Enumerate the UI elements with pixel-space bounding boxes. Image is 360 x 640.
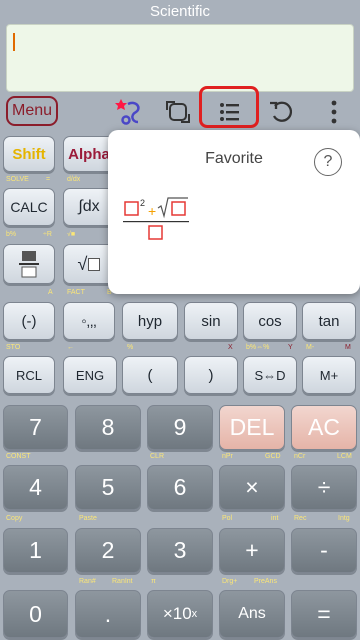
hyp-key[interactable]: hyp (122, 302, 178, 340)
mode-icon[interactable] (112, 96, 144, 128)
equals-label: = (46, 176, 51, 183)
key-9[interactable]: 9 (147, 405, 213, 450)
history-icon[interactable] (266, 96, 298, 128)
divide-key[interactable]: ÷ (291, 465, 357, 510)
preans-label: PreAns (254, 578, 277, 585)
arrow-label: ← (67, 344, 74, 351)
key-1[interactable]: 1 (3, 528, 68, 573)
npr-label: nPr (222, 453, 233, 460)
mminus-label: M- (306, 344, 315, 351)
close-paren-key[interactable]: ) (184, 356, 238, 394)
multiply-key[interactable]: × (219, 465, 285, 510)
key-0[interactable]: 0 (3, 590, 68, 638)
drg-label: Drg+ (222, 578, 238, 585)
key-7[interactable]: 7 (3, 405, 68, 450)
key-5[interactable]: 5 (75, 465, 141, 510)
negative-key[interactable]: (-) (3, 302, 55, 340)
fact-label: FACT (67, 289, 85, 296)
all-clear-key[interactable]: AC (291, 405, 357, 450)
sqrt-symbol: √ (77, 253, 88, 274)
gcd-label: GCD (265, 453, 281, 460)
bpct-label: b% (6, 231, 17, 238)
help-button[interactable]: ? (314, 148, 342, 176)
exp10-key[interactable]: ×10 x (147, 590, 213, 638)
percent-label: % (127, 344, 134, 351)
a-label: A (48, 289, 53, 296)
add-key[interactable]: + (219, 528, 285, 573)
const-label: CONST (6, 453, 31, 460)
lcm-label: LCM (337, 453, 352, 460)
calc-key[interactable]: CALC (3, 188, 55, 226)
exp10-superscript: x (191, 608, 198, 620)
xbox-label: √■ (67, 231, 76, 238)
key-6[interactable]: 6 (147, 465, 213, 510)
key-2[interactable]: 2 (75, 528, 141, 573)
bpct-convert-label: b%⇔% (246, 344, 270, 351)
ans-key[interactable]: Ans (219, 590, 285, 638)
int-label: int (271, 515, 279, 522)
favorite-formula-square-plus-sqrt[interactable]: 2 + (122, 196, 192, 242)
clr-label: CLR (150, 453, 165, 460)
delete-key[interactable]: DEL (219, 405, 285, 450)
shift-key[interactable]: Shift (3, 136, 55, 172)
key-3[interactable]: 3 (147, 528, 213, 573)
m-label: M (345, 344, 351, 351)
fraction-icon (19, 251, 39, 278)
svg-text:+: + (148, 203, 156, 219)
cos-key[interactable]: cos (243, 302, 297, 340)
toolbar: Menu (0, 92, 360, 132)
std-key[interactable]: S⇔D (243, 356, 297, 394)
ncr-label: nCr (294, 453, 306, 460)
divr-label: ÷R (43, 231, 52, 238)
open-paren-key[interactable]: ( (122, 356, 178, 394)
equals-key[interactable]: = (291, 590, 357, 638)
exp10-base: ×10 (162, 604, 192, 623)
m-plus-key[interactable]: M+ (302, 356, 356, 394)
text-cursor (13, 33, 15, 51)
key-8[interactable]: 8 (75, 405, 141, 450)
sto-label: STO (6, 344, 21, 351)
y-label: Y (288, 344, 293, 351)
ran-label: Ran# (79, 578, 96, 585)
svg-text:2: 2 (140, 198, 145, 208)
pol-label: Pol (222, 515, 233, 522)
key-4[interactable]: 4 (3, 465, 68, 510)
sqrt-box-icon (88, 257, 101, 271)
degree-key[interactable]: ◦‚‚‚ (63, 302, 115, 340)
favorite-popup: Favorite ? 2 + (108, 130, 360, 294)
eng-key[interactable]: ENG (63, 356, 117, 394)
expression-display[interactable] (6, 24, 354, 92)
tan-key[interactable]: tan (302, 302, 356, 340)
x-label: X (228, 344, 233, 351)
favorite-icon-highlight (199, 86, 259, 128)
rcl-key[interactable]: RCL (3, 356, 55, 394)
paste-label: Paste (79, 515, 97, 522)
ranint-label: RanInt (112, 578, 133, 585)
menu-button[interactable]: Menu (6, 96, 58, 126)
copy-label: Copy (6, 515, 23, 522)
convert-icon[interactable] (162, 96, 194, 128)
app-title: Scientific (149, 3, 211, 20)
intg-label: Intg (338, 515, 350, 522)
more-options-icon[interactable] (318, 96, 350, 128)
decimal-key[interactable]: . (75, 590, 141, 638)
sin-key[interactable]: sin (184, 302, 238, 340)
pi-label: π (151, 578, 156, 585)
ddx-label: d/dx (67, 176, 81, 183)
solve-label: SOLVE (6, 176, 29, 183)
rec-label: Rec (294, 515, 307, 522)
subtract-key[interactable]: - (291, 528, 357, 573)
fraction-key[interactable] (3, 244, 55, 284)
